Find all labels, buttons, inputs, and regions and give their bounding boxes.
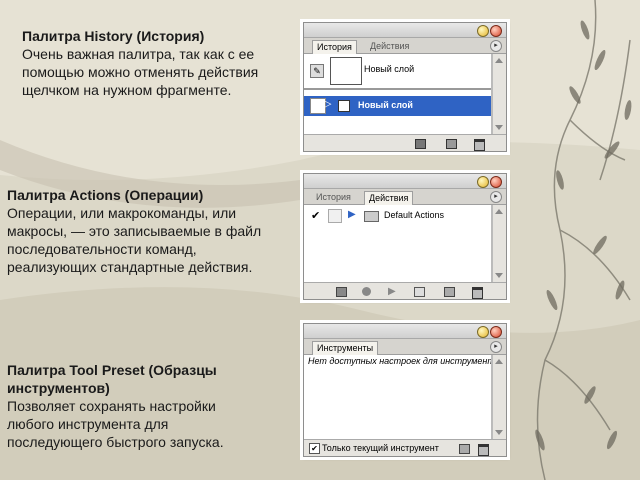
- tab-tools[interactable]: Инструменты: [312, 341, 379, 355]
- palette-menu-icon[interactable]: ▸: [490, 191, 502, 203]
- trash-icon[interactable]: [478, 444, 489, 456]
- actions-tab-bar: История Действия ▸: [304, 189, 506, 205]
- history-bottom-bar: [304, 134, 506, 151]
- snapshot-label: Новый слой: [364, 64, 415, 74]
- history-scrollbar[interactable]: [492, 54, 506, 134]
- scroll-down-icon[interactable]: [495, 125, 503, 130]
- tools-titlebar[interactable]: [304, 324, 506, 339]
- scroll-up-icon[interactable]: [495, 209, 503, 214]
- brush-icon[interactable]: ✎: [310, 64, 324, 78]
- actions-heading: Палитра Actions (Операции): [7, 187, 204, 203]
- expand-triangle-icon[interactable]: ▶: [348, 209, 356, 220]
- dialog-toggle-box[interactable]: [328, 209, 342, 223]
- tools-tab-bar: Инструменты ▸: [304, 339, 506, 355]
- toolpreset-description: Позволяет сохранять настройки любого инс…: [7, 398, 224, 450]
- history-slider-icon[interactable]: ▷: [323, 97, 331, 110]
- history-tab-bar: История Действия ▸: [304, 38, 506, 54]
- tab-actions[interactable]: Действия: [366, 40, 413, 53]
- scroll-up-icon[interactable]: [495, 58, 503, 63]
- tab-history[interactable]: История: [312, 40, 357, 54]
- layer-state-icon: [338, 100, 350, 112]
- actions-bottom-bar: ▶: [304, 282, 506, 299]
- scroll-down-icon[interactable]: [495, 273, 503, 278]
- actions-list: ✔ ▶ Default Actions: [304, 205, 492, 282]
- scroll-up-icon[interactable]: [495, 359, 503, 364]
- new-action-icon[interactable]: [444, 287, 455, 297]
- action-set-row[interactable]: ✔ ▶ Default Actions: [304, 208, 491, 224]
- tab-actions[interactable]: Действия: [364, 191, 414, 205]
- history-heading: Палитра History (История): [22, 28, 205, 44]
- toolpreset-text-block: Палитра Tool Preset (Образцы инструменто…: [7, 361, 262, 451]
- minimize-button[interactable]: [477, 25, 489, 37]
- close-button[interactable]: [490, 326, 502, 338]
- history-text-block: Палитра History (История) Очень важная п…: [22, 27, 282, 99]
- history-description: Очень важная палитра, так как с ее помощ…: [22, 46, 259, 98]
- actions-description: Операции, или макрокоманды, или макросы,…: [7, 205, 262, 275]
- history-snapshot-row[interactable]: ✎ Новый слой: [304, 56, 491, 85]
- current-tool-checkbox[interactable]: ✔: [309, 443, 320, 454]
- state-label: Новый слой: [358, 100, 413, 110]
- close-button[interactable]: [490, 176, 502, 188]
- new-preset-icon[interactable]: [459, 444, 470, 454]
- palette-menu-icon[interactable]: ▸: [490, 40, 502, 52]
- tools-palette: Инструменты ▸ Нет доступных настроек для…: [303, 323, 507, 457]
- record-icon[interactable]: [362, 287, 371, 296]
- actions-palette: История Действия ▸ ✔ ▶ Default Actions ▶: [303, 173, 507, 300]
- history-titlebar[interactable]: [304, 23, 506, 38]
- scroll-down-icon[interactable]: [495, 430, 503, 435]
- actions-text-block: Палитра Actions (Операции) Операции, или…: [7, 186, 269, 276]
- toolpreset-heading: Палитра Tool Preset (Образцы инструменто…: [7, 362, 217, 396]
- history-state-row[interactable]: ▷ Новый слой: [304, 96, 491, 116]
- history-palette: История Действия ▸ ✎ Новый слой ▷ Новый …: [303, 22, 507, 152]
- camera-icon[interactable]: [446, 139, 457, 149]
- minimize-button[interactable]: [477, 326, 489, 338]
- trash-icon[interactable]: [472, 287, 483, 299]
- current-tool-label: Только текущий инструмент: [322, 443, 439, 453]
- tools-bottom-bar: ✔ Только текущий инструмент: [304, 439, 506, 456]
- folder-icon: [364, 211, 379, 222]
- checkmark-icon[interactable]: ✔: [311, 209, 320, 222]
- new-document-icon[interactable]: [415, 139, 426, 149]
- history-divider: [304, 88, 491, 90]
- tools-empty-row: Нет доступных настроек для инструмента.: [304, 356, 491, 368]
- snapshot-thumbnail: [330, 57, 362, 85]
- close-button[interactable]: [490, 25, 502, 37]
- history-list: ✎ Новый слой ▷ Новый слой: [304, 54, 492, 134]
- play-icon[interactable]: ▶: [388, 286, 396, 297]
- action-set-label: Default Actions: [384, 210, 445, 220]
- actions-scrollbar[interactable]: [492, 205, 506, 282]
- trash-icon[interactable]: [474, 139, 485, 151]
- minimize-button[interactable]: [477, 176, 489, 188]
- actions-titlebar[interactable]: [304, 174, 506, 189]
- tools-list: Нет доступных настроек для инструмента.: [304, 355, 492, 439]
- palette-menu-icon[interactable]: ▸: [490, 341, 502, 353]
- tab-history[interactable]: История: [312, 191, 355, 204]
- tools-empty-message: Нет доступных настроек для инструмента.: [308, 356, 491, 366]
- new-set-folder-icon[interactable]: [414, 287, 425, 297]
- stop-icon[interactable]: [336, 287, 347, 297]
- tools-scrollbar[interactable]: [492, 355, 506, 439]
